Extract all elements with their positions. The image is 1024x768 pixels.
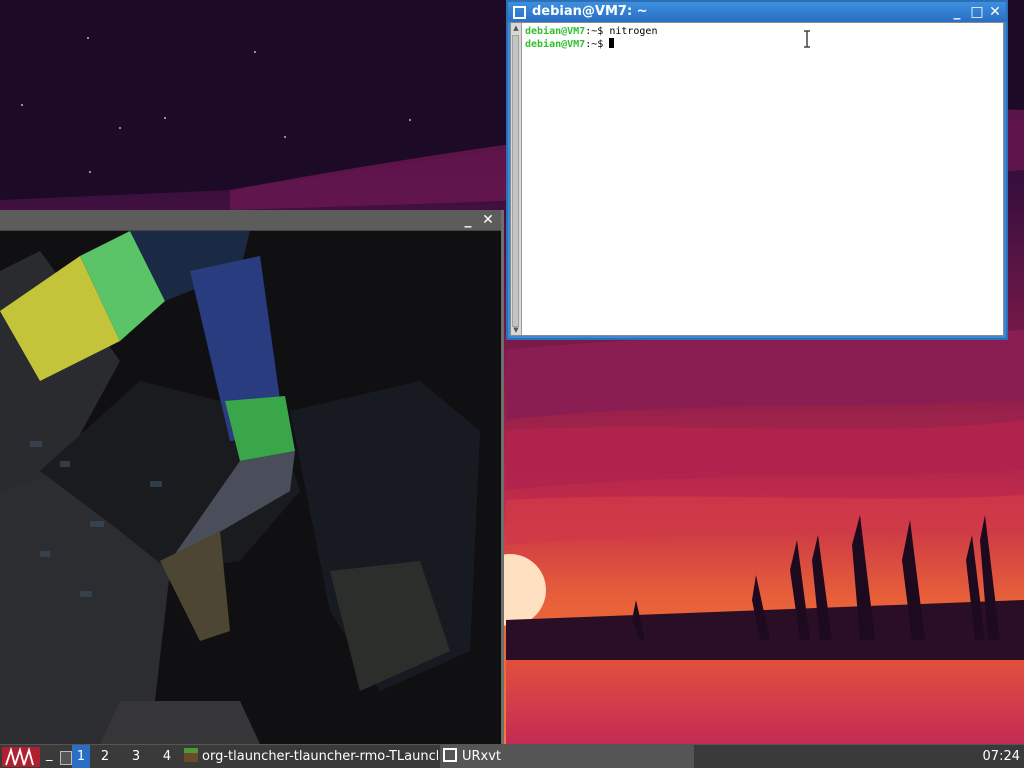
close-button[interactable]: ✕ (479, 211, 497, 229)
maximize-button[interactable]: □ (968, 3, 986, 21)
launcher-background-art (0, 231, 501, 744)
terminal-scrollbar[interactable]: ▲ ▼ (511, 23, 522, 335)
task-label: org-tlauncher-tlauncher-rmo-TLauncher (202, 749, 438, 764)
workspace-label: 4 (162, 749, 172, 764)
text-cursor (609, 38, 615, 48)
clock[interactable]: 07:24 (983, 745, 1020, 768)
terminal-area[interactable]: ▲ ▼ debian@VM7:~$ nitrogen debian@VM7:~$ (510, 22, 1004, 336)
task-tlauncher[interactable]: org-tlauncher-tlauncher-rmo-TLauncher (184, 745, 438, 768)
scrollbar-thumb[interactable] (512, 35, 519, 327)
ibeam-cursor-icon (804, 30, 810, 48)
terminal-title: debian@VM7: ~ (532, 4, 648, 19)
app-menu-icon[interactable] (2, 747, 40, 767)
minimize-button[interactable]: _ (948, 3, 966, 21)
workspace-4[interactable]: 4 (156, 745, 178, 768)
window-menu-icon[interactable] (513, 6, 526, 19)
workspace-1[interactable]: 1 (72, 745, 90, 768)
workspace-3[interactable]: 3 (125, 745, 147, 768)
show-desktop-icon[interactable] (60, 751, 72, 765)
prompt-user: debian@VM7 (525, 39, 586, 50)
workspace-label: 3 (131, 749, 141, 764)
workspace-label: 1 (76, 749, 86, 764)
task-urxvt[interactable]: URxvt (440, 745, 694, 768)
terminal-titlebar[interactable]: debian@VM7: ~ _ □ ✕ (508, 2, 1006, 22)
grass-block-icon (184, 748, 198, 762)
workspace-2[interactable]: 2 (94, 745, 116, 768)
scroll-down-icon[interactable]: ▼ (512, 326, 520, 334)
command-text: nitrogen (609, 26, 658, 37)
terminal-line: debian@VM7:~$ (525, 38, 999, 51)
task-label: URxvt (462, 749, 502, 764)
terminal-window[interactable]: debian@VM7: ~ _ □ ✕ ▲ ▼ debian@VM7:~$ ni… (506, 0, 1008, 340)
scroll-up-icon[interactable]: ▲ (512, 24, 520, 32)
taskbar: _ 1 2 3 4 org-tlauncher-tlauncher-rmo-TL… (0, 744, 1024, 768)
launcher-window[interactable]: _ ✕ (0, 210, 504, 744)
workspace-label: 2 (100, 749, 110, 764)
prompt-user: debian@VM7 (525, 26, 586, 37)
terminal-output: debian@VM7:~$ nitrogen debian@VM7:~$ (525, 25, 999, 51)
minimize-button[interactable]: _ (459, 211, 477, 229)
prompt-path: :~$ (585, 39, 610, 50)
window-icon (443, 748, 457, 762)
launcher-titlebar[interactable]: _ ✕ (0, 210, 501, 231)
close-button[interactable]: ✕ (986, 3, 1004, 21)
prompt-path: :~$ (585, 26, 610, 37)
minimize-all-icon[interactable]: _ (46, 745, 53, 765)
terminal-line: debian@VM7:~$ nitrogen (525, 25, 999, 38)
